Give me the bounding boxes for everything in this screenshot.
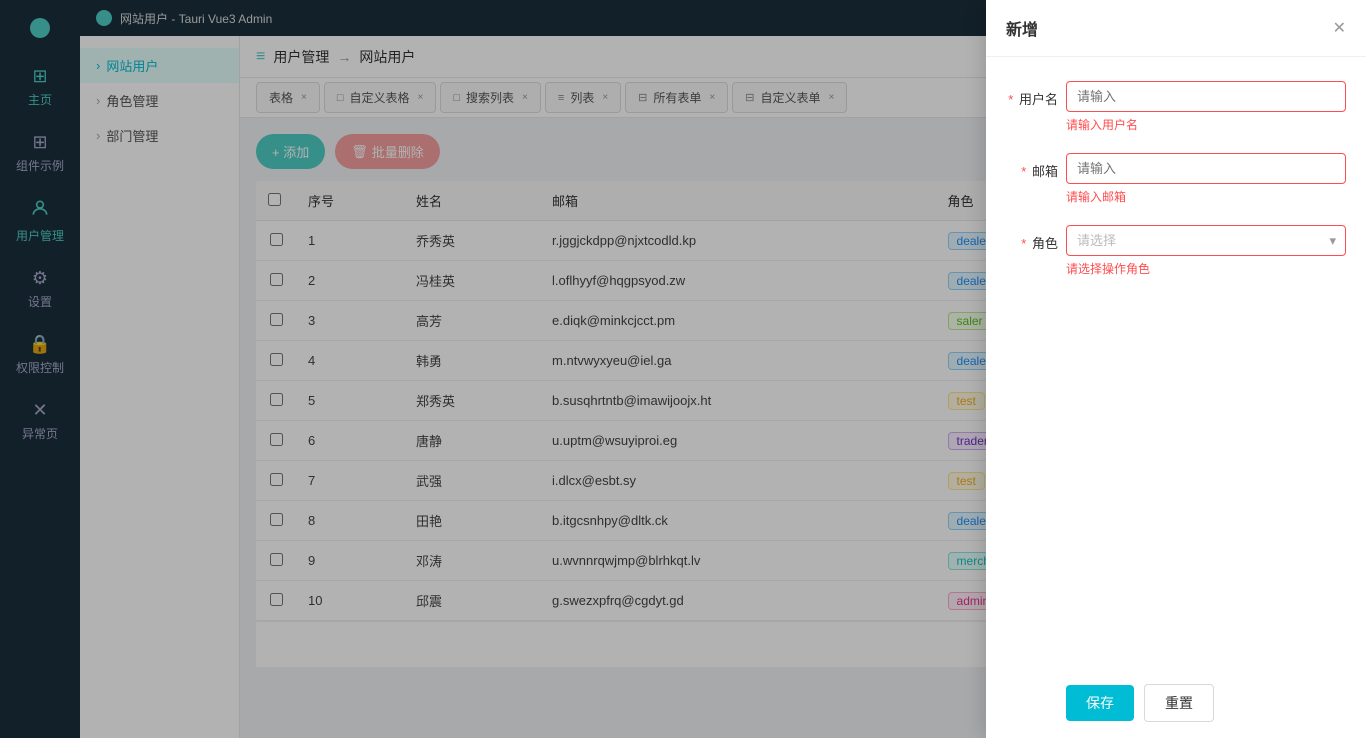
- role-required-mark: *: [1021, 236, 1026, 251]
- username-label: * 用户名: [1006, 81, 1066, 108]
- add-user-dialog: 新增 ✕ * 用户名 请输入用户名 * 邮箱: [986, 0, 1366, 738]
- dialog-header: 新增 ✕: [986, 0, 1366, 57]
- email-label: * 邮箱: [1006, 153, 1066, 180]
- email-hint: 请输入邮箱: [1066, 188, 1346, 205]
- dialog-close-button[interactable]: ✕: [1333, 18, 1346, 38]
- form-item-role: * 角色 请选择 dealer saler test trader mercha…: [1006, 225, 1346, 277]
- role-label: * 角色: [1006, 225, 1066, 252]
- email-input[interactable]: [1066, 153, 1346, 184]
- role-hint: 请选择操作角色: [1066, 260, 1346, 277]
- form-item-username: * 用户名 请输入用户名: [1006, 81, 1346, 133]
- dialog-footer: 保存 重置: [986, 668, 1366, 738]
- username-required-mark: *: [1008, 92, 1013, 107]
- role-select[interactable]: 请选择 dealer saler test trader merchant ad…: [1066, 225, 1346, 256]
- reset-button[interactable]: 重置: [1144, 684, 1214, 722]
- role-select-wrapper: 请选择 dealer saler test trader merchant ad…: [1066, 225, 1346, 256]
- email-required-mark: *: [1021, 164, 1026, 179]
- role-input-col: 请选择 dealer saler test trader merchant ad…: [1066, 225, 1346, 277]
- dialog-title: 新增: [1006, 16, 1038, 40]
- save-button[interactable]: 保存: [1066, 685, 1134, 721]
- email-input-col: 请输入邮箱: [1066, 153, 1346, 205]
- form-item-email: * 邮箱 请输入邮箱: [1006, 153, 1346, 205]
- username-hint: 请输入用户名: [1066, 116, 1346, 133]
- username-input[interactable]: [1066, 81, 1346, 112]
- username-input-col: 请输入用户名: [1066, 81, 1346, 133]
- dialog-body: * 用户名 请输入用户名 * 邮箱 请输入邮箱: [986, 57, 1366, 668]
